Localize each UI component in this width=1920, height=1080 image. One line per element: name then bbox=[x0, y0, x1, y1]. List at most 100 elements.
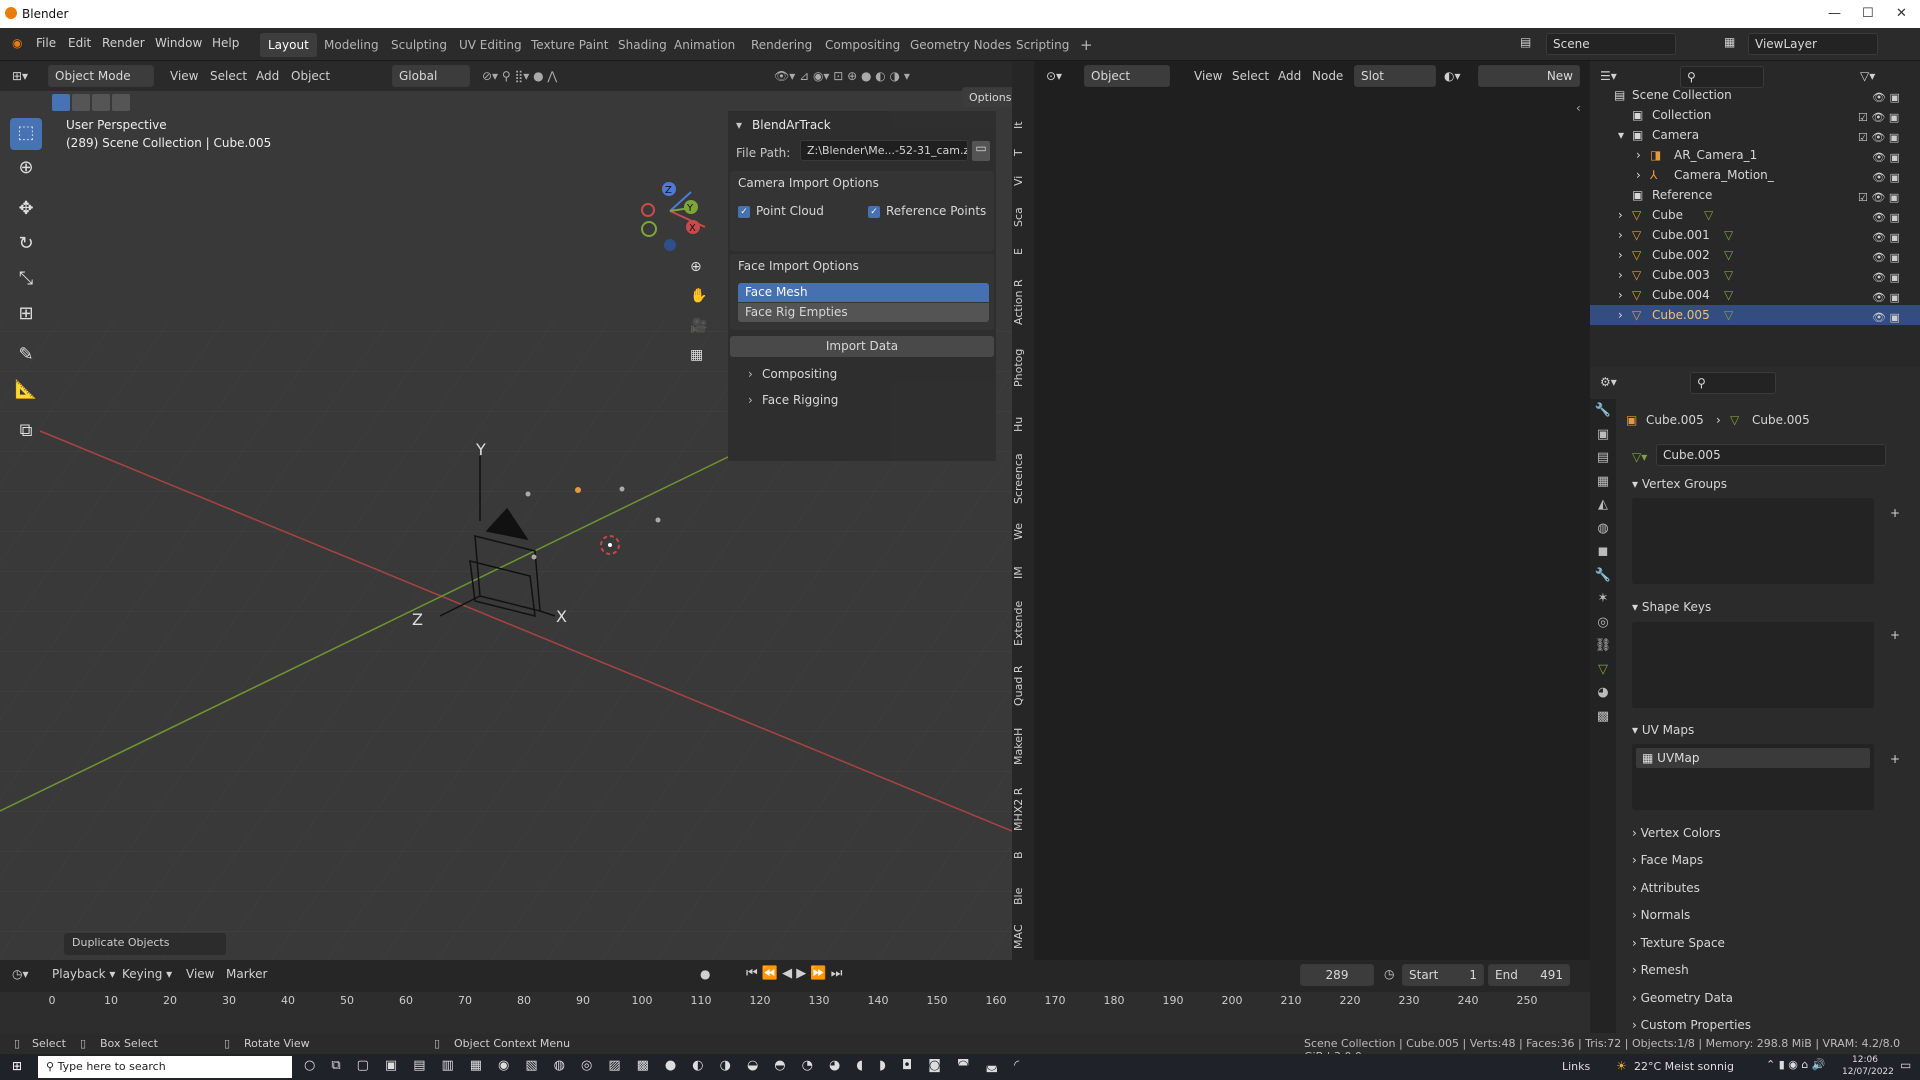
add-vertex-group-icon[interactable]: + bbox=[1890, 506, 1920, 520]
current-frame-field[interactable]: 289 bbox=[1300, 964, 1374, 986]
viewport-menu-select[interactable]: Select bbox=[210, 69, 247, 83]
material-tab-icon[interactable]: ◕ bbox=[1590, 681, 1616, 705]
minimize-button[interactable]: — bbox=[1828, 6, 1841, 21]
mode-selector[interactable]: Object Mode bbox=[48, 65, 154, 87]
node-menu-select[interactable]: Select bbox=[1232, 69, 1269, 83]
sidebar-tab-7[interactable]: Hu bbox=[1012, 412, 1032, 436]
properties-editor-icon[interactable]: ⚙▾ bbox=[1600, 375, 1617, 389]
sidebar-tab-10[interactable]: IM bbox=[1012, 561, 1032, 585]
sidebar-tab-0[interactable]: It bbox=[1012, 114, 1032, 136]
face-rig-empties-option[interactable]: Face Rig Empties bbox=[738, 303, 989, 322]
node-menu-view[interactable]: View bbox=[1194, 69, 1222, 83]
workspace-tab-modeling[interactable]: Modeling bbox=[316, 33, 387, 57]
new-material-button[interactable]: New bbox=[1478, 65, 1580, 87]
menu-window[interactable]: Window bbox=[155, 36, 202, 50]
workspace-tab-uv-editing[interactable]: UV Editing bbox=[451, 33, 530, 57]
outliner-visibility-toggles[interactable]: 👁 ▣ ☑ 👁 ▣ ☑ 👁 ▣ 👁 ▣ 👁 ▣ ☑ 👁 ▣ 👁 ▣ 👁 ▣ 👁 ▣ 👁… bbox=[1858, 88, 1900, 328]
start-windows-icon[interactable]: ⊞ bbox=[12, 1059, 22, 1073]
data-tab-icon[interactable]: ▽ bbox=[1590, 658, 1616, 682]
sidebar-tab-1[interactable]: T bbox=[1012, 142, 1032, 164]
frame-range-clock-icon[interactable]: ◷ bbox=[1384, 967, 1394, 981]
face-rigging-expand-icon[interactable]: › bbox=[748, 393, 753, 407]
notification-icon[interactable]: ▭ bbox=[1900, 1058, 1911, 1072]
node-sidebar-toggle-icon[interactable]: ‹ bbox=[1576, 101, 1581, 115]
attributes-section[interactable]: › Attributes bbox=[1632, 881, 1912, 895]
weather-text[interactable]: 22°C Meist sonnig bbox=[1634, 1060, 1734, 1073]
add-workspace-icon[interactable]: + bbox=[1072, 31, 1101, 55]
sidebar-tab-16[interactable]: Ble bbox=[1012, 884, 1032, 908]
mesh-name-field[interactable]: Cube.005 bbox=[1656, 444, 1886, 466]
view-layer-icon[interactable]: ▦ bbox=[1724, 35, 1735, 49]
visibility-overlay-icons[interactable]: 👁▾ ⊿ ◉▾ ⊡ ⊕ ● ◐ ◑ ▾ bbox=[774, 69, 910, 83]
sidebar-tab-14[interactable]: MHX2 R bbox=[1012, 784, 1032, 834]
clock-time[interactable]: 12:06 bbox=[1852, 1055, 1878, 1065]
camera-view-icon[interactable]: 🎥 bbox=[690, 318, 707, 334]
uv-maps-section[interactable]: ▾ UV Maps bbox=[1632, 723, 1912, 737]
import-data-button[interactable]: Import Data bbox=[730, 336, 994, 357]
sidebar-tab-2[interactable]: Vi bbox=[1012, 170, 1032, 192]
node-menu-add[interactable]: Add bbox=[1278, 69, 1301, 83]
sidebar-tab-17[interactable]: MAC bbox=[1012, 922, 1032, 952]
viewport-menu-object[interactable]: Object bbox=[291, 69, 330, 83]
workspace-tab-geometry-nodes[interactable]: Geometry Nodes bbox=[902, 33, 1019, 57]
folder-browse-icon[interactable]: ▭ bbox=[972, 141, 990, 161]
texture-space-section[interactable]: › Texture Space bbox=[1632, 936, 1912, 950]
ortho-grid-icon[interactable]: ▦ bbox=[690, 347, 703, 363]
sidebar-tab-15[interactable]: B bbox=[1012, 846, 1032, 864]
material-browse-icon[interactable]: ◐▾ bbox=[1444, 69, 1461, 83]
scene-icon[interactable]: ▤ bbox=[1520, 35, 1531, 49]
zoom-icon[interactable]: ⊕ bbox=[690, 259, 702, 275]
sidebar-tab-8[interactable]: Screenca bbox=[1012, 448, 1032, 510]
workspace-tab-texture-paint[interactable]: Texture Paint bbox=[523, 33, 616, 57]
panel-collapse-chevron-icon[interactable]: ▾ bbox=[736, 118, 742, 132]
sidebar-tab-13[interactable]: MakeH bbox=[1012, 723, 1032, 769]
shader-node-editor[interactable]: ⊙▾ Object View Select Add Node Slot ◐▾ N… bbox=[1034, 61, 1590, 960]
timeline-menu-view[interactable]: View bbox=[186, 967, 214, 981]
texture-tab-icon[interactable]: ▩ bbox=[1590, 705, 1616, 729]
add-uv-map-icon[interactable]: + bbox=[1890, 752, 1920, 766]
playback-controls-icons[interactable]: ⏮ ⏪ ◀ ▶ ⏩ ⏭ bbox=[746, 966, 842, 981]
particles-tab-icon[interactable]: ✶ bbox=[1590, 587, 1616, 611]
sidebar-tab-6[interactable]: Photog bbox=[1012, 345, 1032, 391]
system-tray-icons[interactable]: ⌃ ▮ ◉ ⌂ 🔊 bbox=[1766, 1058, 1826, 1071]
tool-tab-icon[interactable]: 🔧 bbox=[1590, 399, 1616, 423]
pan-hand-icon[interactable]: ✋ bbox=[690, 288, 707, 304]
custom-properties-section[interactable]: › Custom Properties bbox=[1632, 1018, 1912, 1032]
node-editor-type-icon[interactable]: ⊙▾ bbox=[1046, 69, 1062, 83]
timeline-menu-keying[interactable]: Keying ▾ bbox=[122, 967, 172, 981]
timeline-menu-playback[interactable]: Playback ▾ bbox=[52, 967, 115, 981]
3d-viewport[interactable]: ⊞▾ Object Mode View Select Add Object Gl… bbox=[0, 61, 1012, 960]
normals-section[interactable]: › Normals bbox=[1632, 908, 1912, 922]
properties-search-input[interactable]: ⚲ bbox=[1690, 372, 1776, 394]
workspace-tab-scripting[interactable]: Scripting bbox=[1008, 33, 1077, 57]
taskbar-pinned-apps[interactable]: ○⧉▢▣▤▥▦◉▧◍◎▨▩●◐◑◒◓◔◕◖◗◘◙◚◛◜ bbox=[304, 1058, 1035, 1073]
object-tab-icon[interactable]: ◼ bbox=[1590, 540, 1616, 564]
output-tab-icon[interactable]: ▤ bbox=[1590, 446, 1616, 470]
workspace-tab-rendering[interactable]: Rendering bbox=[743, 33, 820, 57]
maximize-button[interactable]: ☐ bbox=[1862, 6, 1874, 21]
sidebar-tab-12[interactable]: Quad R bbox=[1012, 664, 1032, 708]
constraints-tab-icon[interactable]: ⛓ bbox=[1590, 634, 1616, 658]
shape-keys-list[interactable] bbox=[1632, 622, 1874, 708]
menu-edit[interactable]: Edit bbox=[68, 36, 91, 50]
last-operator-panel[interactable]: Duplicate Objects bbox=[64, 933, 226, 955]
blender-menu-icon[interactable]: ◉ bbox=[12, 36, 22, 50]
timeline-menu-marker[interactable]: Marker bbox=[226, 967, 267, 981]
timeline-editor-icon[interactable]: ◷▾ bbox=[12, 967, 29, 981]
start-frame-field[interactable]: Start 1 bbox=[1402, 964, 1484, 986]
sidebar-tab-4[interactable]: E bbox=[1012, 243, 1032, 261]
editor-type-icon[interactable]: ⊞▾ bbox=[12, 69, 28, 83]
file-path-input[interactable]: Z:\Blender\Me...-52-31_cam.zip bbox=[800, 140, 968, 161]
outliner-editor-icon[interactable]: ☰▾ bbox=[1600, 69, 1617, 83]
view-layer-selector[interactable]: ViewLayer bbox=[1748, 33, 1878, 55]
uv-maps-list[interactable]: ▦ UVMap bbox=[1632, 744, 1874, 810]
workspace-tab-sculpting[interactable]: Sculpting bbox=[383, 33, 455, 57]
end-frame-field[interactable]: End 491 bbox=[1488, 964, 1570, 986]
transform-orientation-selector[interactable]: Global bbox=[392, 65, 470, 87]
uvmap-item[interactable]: UVMap bbox=[1657, 751, 1699, 765]
geometry-data-section[interactable]: › Geometry Data bbox=[1632, 991, 1912, 1005]
compositing-expand-icon[interactable]: › bbox=[748, 367, 753, 381]
scene-selector[interactable]: Scene bbox=[1546, 33, 1676, 55]
vertex-colors-section[interactable]: › Vertex Colors bbox=[1632, 826, 1912, 840]
close-button[interactable]: ✕ bbox=[1896, 6, 1907, 21]
